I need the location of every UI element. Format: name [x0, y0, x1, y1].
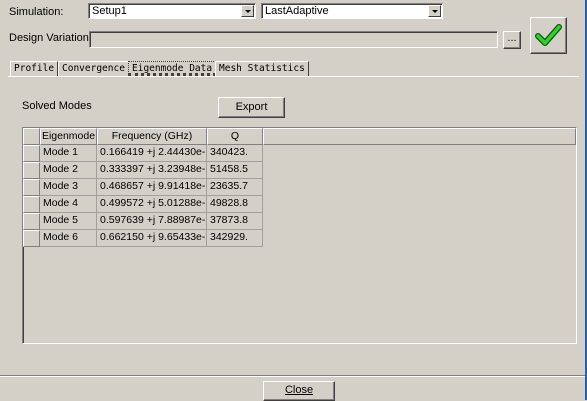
simulation-setup-select[interactable]: Setup1	[88, 3, 256, 19]
table-cell-eigenmode[interactable]: Mode 4	[40, 196, 97, 213]
column-header-eigenmode[interactable]: Eigenmode	[40, 128, 97, 145]
row-header[interactable]	[23, 213, 40, 230]
row-header[interactable]	[23, 230, 40, 247]
table-cell-frequency[interactable]: 0.597639 +j 7.88987e-	[97, 213, 207, 230]
solved-modes-label: Solved Modes	[22, 100, 92, 112]
design-variation-field	[89, 31, 498, 48]
simulation-setup-value: Setup1	[92, 5, 127, 17]
status-button	[530, 17, 567, 54]
tab-profile[interactable]: Profile	[10, 61, 59, 76]
table-cell-q[interactable]: 340423.	[207, 145, 263, 162]
design-variation-label: Design Variation:	[9, 32, 92, 44]
simulation-pass-value: LastAdaptive	[265, 5, 329, 17]
simulation-pass-select[interactable]: LastAdaptive	[261, 3, 443, 19]
row-header[interactable]	[23, 162, 40, 179]
browse-button[interactable]: ...	[503, 31, 521, 49]
column-header-frequency[interactable]: Frequency (GHz)	[97, 128, 207, 145]
table-cell-frequency[interactable]: 0.468657 +j 9.91418e-	[97, 179, 207, 196]
table-cell-q[interactable]: 23635.7	[207, 179, 263, 196]
row-header[interactable]	[23, 179, 40, 196]
tab-convergence[interactable]: Convergence	[58, 61, 129, 76]
table-cell-frequency[interactable]: 0.333397 +j 3.23948e-	[97, 162, 207, 179]
table-cell-q[interactable]: 49828.8	[207, 196, 263, 213]
table-cell-eigenmode[interactable]: Mode 5	[40, 213, 97, 230]
export-button[interactable]: Export	[218, 97, 285, 118]
row-header[interactable]	[23, 196, 40, 213]
table-cell-eigenmode[interactable]: Mode 3	[40, 179, 97, 196]
column-header-filler	[263, 128, 576, 145]
footer-divider	[0, 375, 587, 377]
row-header[interactable]	[23, 145, 40, 162]
tab-panel-border	[8, 76, 579, 77]
table-corner-header	[23, 128, 40, 145]
tab-mesh-statistics[interactable]: Mesh Statistics	[215, 61, 309, 76]
table-cell-frequency[interactable]: 0.662150 +j 9.65433e-	[97, 230, 207, 247]
table-cell-eigenmode[interactable]: Mode 2	[40, 162, 97, 179]
close-button[interactable]: Close	[263, 381, 335, 401]
table-cell-frequency[interactable]: 0.166419 +j 2.44430e-	[97, 145, 207, 162]
table-cell-eigenmode[interactable]: Mode 6	[40, 230, 97, 247]
simulation-label: Simulation:	[9, 6, 64, 18]
tab-eigenmode-data[interactable]: Eigenmode Data	[128, 61, 217, 76]
table-cell-eigenmode[interactable]: Mode 1	[40, 145, 97, 162]
table-cell-q[interactable]: 51458.5	[207, 162, 263, 179]
table-cell-q[interactable]: 342929.	[207, 230, 263, 247]
table-cell-frequency[interactable]: 0.499572 +j 5.01288e-	[97, 196, 207, 213]
chevron-down-icon[interactable]	[428, 5, 441, 17]
chevron-down-icon[interactable]	[241, 5, 254, 17]
column-header-q[interactable]: Q	[207, 128, 263, 145]
table-cell-q[interactable]: 37873.8	[207, 213, 263, 230]
eigenmode-table: Eigenmode Frequency (GHz) Q Mode 1 0.166…	[22, 127, 577, 344]
green-check-icon	[535, 24, 562, 46]
